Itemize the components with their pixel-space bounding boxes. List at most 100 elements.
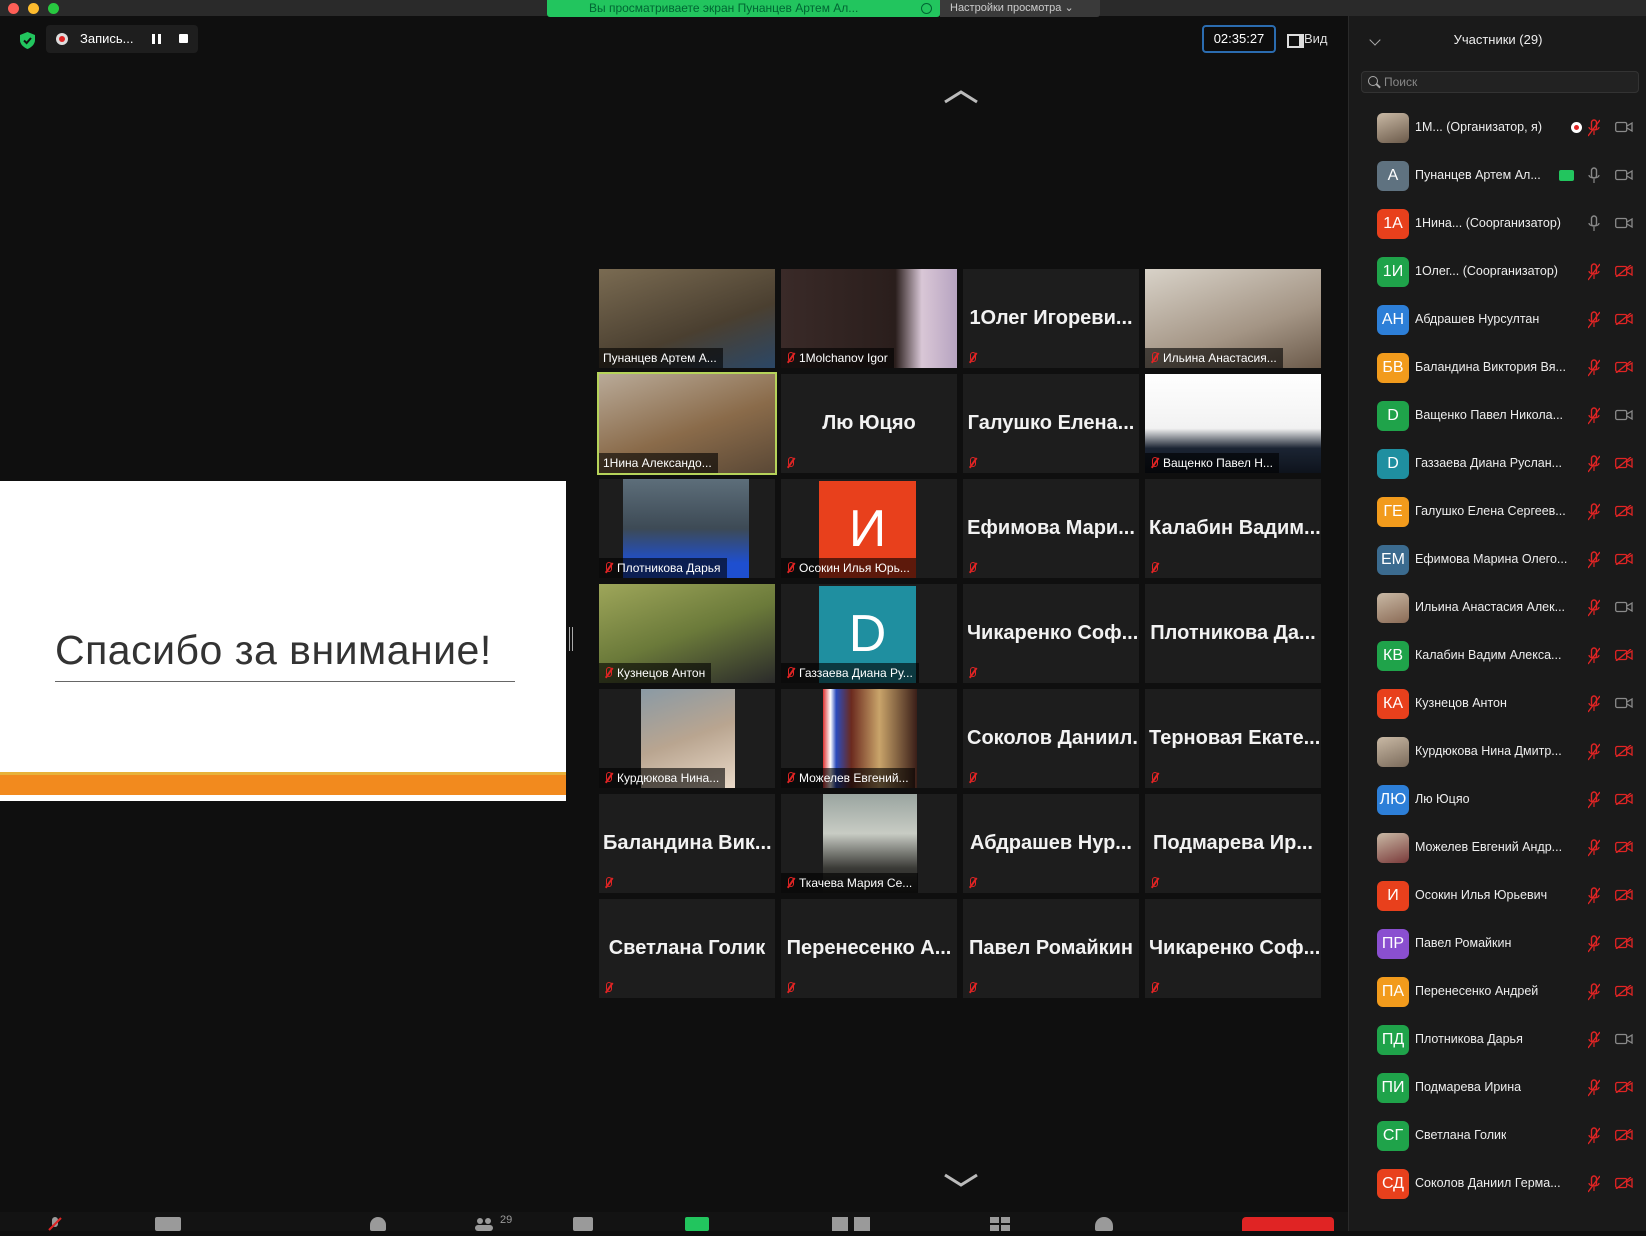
video-tile[interactable]: Чикаренко Соф... [963,584,1139,683]
video-icon[interactable] [1615,121,1633,133]
muted-mic-icon[interactable] [1588,1127,1600,1145]
video-off-icon[interactable] [1615,505,1633,517]
participant-row[interactable]: БВ Баландина Виктория Вя... [1349,345,1646,391]
close-window-button[interactable] [8,3,19,14]
muted-mic-icon[interactable] [1588,311,1600,329]
video-tile[interactable]: Ильина Анастасия... [1145,269,1321,368]
video-tile[interactable]: Павел Ромайкин [963,899,1139,998]
participant-row[interactable]: A Пунанцев Артем Ал... [1349,153,1646,199]
video-icon[interactable] [1615,697,1633,709]
video-off-icon[interactable] [1615,937,1633,949]
muted-mic-icon[interactable] [1588,695,1600,713]
participant-row[interactable]: ПР Павел Ромайкин [1349,921,1646,967]
participant-row[interactable]: Курдюкова Нина Дмитр... [1349,729,1646,775]
video-off-icon[interactable] [1615,889,1633,901]
participant-row[interactable]: И Осокин Илья Юрьевич [1349,873,1646,919]
video-off-icon[interactable] [1615,1081,1633,1093]
participant-row[interactable]: 1M... (Организатор, я) [1349,105,1646,151]
video-icon[interactable] [1615,1033,1633,1045]
muted-mic-icon[interactable] [1588,1079,1600,1097]
video-tile[interactable]: Плотникова Дарья [599,479,775,578]
pause-recording-icon[interactable] [152,34,161,44]
participant-row[interactable]: ЕМ Ефимова Марина Олего... [1349,537,1646,583]
video-tile[interactable]: Лю Юцяо [781,374,957,473]
participant-row[interactable]: ПА Перенесенко Андрей [1349,969,1646,1015]
video-off-icon[interactable] [1615,985,1633,997]
video-tile[interactable]: Баландина Вик... [599,794,775,893]
reactions-icon[interactable] [1095,1217,1113,1231]
video-tile[interactable]: Пунанцев Артем А... [599,269,775,368]
muted-mic-icon[interactable] [1588,1031,1600,1049]
participant-row[interactable]: D Ващенко Павел Никола... [1349,393,1646,439]
participant-row[interactable]: 1A 1Нина... (Соорганизатор) [1349,201,1646,247]
video-tile[interactable]: Чикаренко Соф... [1145,899,1321,998]
video-tile[interactable]: Подмарева Ир... [1145,794,1321,893]
video-tile[interactable]: Можелев Евгений... [781,689,957,788]
participants-icon[interactable] [475,1217,493,1231]
muted-mic-icon[interactable] [1588,359,1600,377]
participants-search-input[interactable]: Поиск [1361,71,1639,93]
chevron-up-icon[interactable] [943,90,979,104]
maximize-window-button[interactable] [48,3,59,14]
muted-mic-icon[interactable] [1588,935,1600,953]
video-tile[interactable]: Ткачева Мария Се... [781,794,957,893]
muted-mic-icon[interactable] [1588,1175,1600,1193]
participant-row[interactable]: ПД Плотникова Дарья [1349,1017,1646,1063]
video-tile[interactable]: Кузнецов Антон [599,584,775,683]
participant-row[interactable]: D Газзаева Диана Руслан... [1349,441,1646,487]
video-tile[interactable]: 1Нина Александо... [597,372,777,475]
video-off-icon[interactable] [1615,745,1633,757]
video-off-icon[interactable] [1615,841,1633,853]
muted-mic-icon[interactable] [1588,791,1600,809]
participant-row[interactable]: ПИ Подмарева Ирина [1349,1065,1646,1111]
video-icon[interactable] [1615,217,1633,229]
video-tile[interactable]: 1Molchanov Igor [781,269,957,368]
participant-row[interactable]: КА Кузнецов Антон [1349,681,1646,727]
video-off-icon[interactable] [1615,553,1633,565]
stop-recording-icon[interactable] [179,34,188,43]
video-off-icon[interactable] [1615,265,1633,277]
video-icon[interactable] [1615,601,1633,613]
view-options-button[interactable]: Настройки просмотра ⌄ [940,0,1100,17]
video-off-icon[interactable] [1615,793,1633,805]
shield-icon[interactable] [20,32,35,49]
muted-mic-icon[interactable] [1588,119,1600,137]
participant-row[interactable]: ЛЮ Лю Юцяо [1349,777,1646,823]
participant-row[interactable]: АН Абдрашев Нурсултан [1349,297,1646,343]
video-tile[interactable]: Перенесенко А... [781,899,957,998]
participant-row[interactable]: 1И 1Олег... (Соорганизатор) [1349,249,1646,295]
video-tile[interactable]: Соколов Даниил... [963,689,1139,788]
chat-icon[interactable] [573,1217,593,1231]
video-tile[interactable]: Ващенко Павел Н... [1145,374,1321,473]
video-tile[interactable]: D Газзаева Диана Ру... [781,584,957,683]
video-off-icon[interactable] [1615,649,1633,661]
video-off-icon[interactable] [1615,313,1633,325]
muted-mic-icon[interactable] [1588,839,1600,857]
muted-mic-icon[interactable] [1588,647,1600,665]
muted-mic-icon[interactable] [1588,263,1600,281]
security-icon[interactable] [370,1217,386,1231]
stop-viewing-icon[interactable] [921,3,932,14]
participant-row[interactable]: СД Соколов Даниил Герма... [1349,1161,1646,1207]
video-off-icon[interactable] [1615,1129,1633,1141]
muted-mic-icon[interactable] [1588,983,1600,1001]
video-tile[interactable]: 1Олег Игореви... [963,269,1139,368]
participant-row[interactable]: ГЕ Галушко Елена Сергеев... [1349,489,1646,535]
breakout-rooms-icon[interactable] [990,1217,1010,1231]
video-tile[interactable]: И Осокин Илья Юрь... [781,479,957,578]
end-meeting-button[interactable] [1242,1217,1334,1231]
muted-mic-icon[interactable] [1588,455,1600,473]
split-view-handle[interactable] [569,627,573,651]
muted-mic-icon[interactable] [1588,551,1600,569]
video-tile[interactable]: Плотникова Да... [1145,584,1321,683]
video-camera-icon[interactable] [155,1217,181,1231]
video-icon[interactable] [1615,409,1633,421]
recording-toolbar-icon[interactable] [832,1217,872,1231]
video-tile[interactable]: Светлана Голик [599,899,775,998]
video-icon[interactable] [1615,169,1633,181]
participant-row[interactable]: КВ Калабин Вадим Алекса... [1349,633,1646,679]
video-tile[interactable]: Галушко Елена... [963,374,1139,473]
muted-mic-icon[interactable] [1588,407,1600,425]
video-tile[interactable]: Терновая Екате... [1145,689,1321,788]
participant-row[interactable]: СГ Светлана Голик [1349,1113,1646,1159]
